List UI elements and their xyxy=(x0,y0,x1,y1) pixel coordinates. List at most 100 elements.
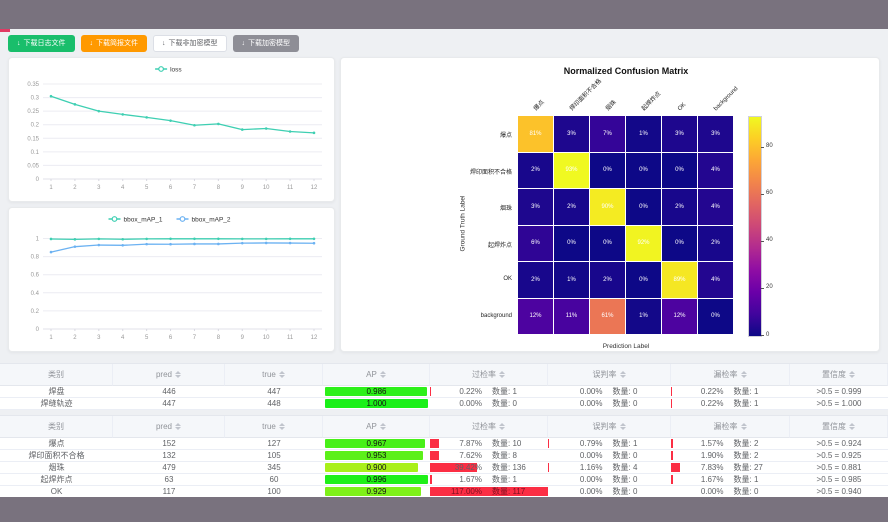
svg-text:6: 6 xyxy=(169,335,173,341)
sort-caret-icon[interactable] xyxy=(849,371,855,378)
colorbar-tick-mark xyxy=(761,288,764,289)
rate-count: 数量: 0 xyxy=(613,486,653,497)
sort-caret-icon[interactable] xyxy=(175,423,181,430)
column-header-gj[interactable]: 过检率 xyxy=(430,364,548,386)
matrix-cell: 4% xyxy=(698,262,733,298)
sort-descending-icon xyxy=(175,427,181,430)
sort-ascending-icon xyxy=(849,423,855,426)
svg-text:0.3: 0.3 xyxy=(31,96,40,102)
matrix-cell: 0% xyxy=(590,153,625,189)
column-header-label: pred xyxy=(156,422,172,431)
column-header-ap[interactable]: AP xyxy=(323,416,430,438)
matrix-cell: 93% xyxy=(554,153,589,189)
svg-text:7: 7 xyxy=(193,335,197,341)
ap-value: 0.986 xyxy=(325,387,428,396)
column-header-label: 类别 xyxy=(48,421,64,432)
sort-descending-icon xyxy=(499,375,505,378)
cell-confidence: >0.5 = 0.924 xyxy=(790,438,888,450)
download-encrypted-model-button[interactable]: ↓下载加密模型 xyxy=(233,35,300,52)
rate-content: 7.62%数量: 8 xyxy=(446,450,532,461)
column-header-wp[interactable]: 误判率 xyxy=(548,416,671,438)
sort-caret-icon[interactable] xyxy=(499,371,505,378)
svg-text:0.2: 0.2 xyxy=(31,309,40,315)
cell-miss-rate: 0.22%数量: 1 xyxy=(671,386,790,398)
cell-misjudge-rate: 0.00%数量: 0 xyxy=(548,474,671,486)
column-header-lj[interactable]: 漏检率 xyxy=(671,416,790,438)
matrix-y-axis-label: Ground Truth Label xyxy=(460,174,467,274)
sort-caret-icon[interactable] xyxy=(741,423,747,430)
matrix-cell: 12% xyxy=(662,299,697,335)
rate-value: 0.00% xyxy=(567,399,603,408)
dashboard-screen: { "window": { "topbar_color": "#79727e",… xyxy=(0,0,888,522)
rate-count: 数量: 0 xyxy=(613,474,653,485)
cell-overdetect-rate: 1.67%数量: 1 xyxy=(430,474,548,486)
column-header-conf[interactable]: 置信度 xyxy=(790,364,888,386)
misjudge-rate-bar xyxy=(548,463,549,472)
sort-caret-icon[interactable] xyxy=(499,423,505,430)
cell-miss-rate: 1.67%数量: 1 xyxy=(671,474,790,486)
svg-text:bbox_mAP_2: bbox_mAP_2 xyxy=(192,217,231,224)
svg-text:12: 12 xyxy=(311,185,318,191)
matrix-row-label: 起焊炸点 xyxy=(441,240,512,249)
cell-misjudge-rate: 0.00%数量: 0 xyxy=(548,398,671,410)
cell-confidence: >0.5 = 0.881 xyxy=(790,462,888,474)
column-header-wp[interactable]: 误判率 xyxy=(548,364,671,386)
sort-caret-icon[interactable] xyxy=(279,423,285,430)
column-header-lj[interactable]: 漏检率 xyxy=(671,364,790,386)
sort-caret-icon[interactable] xyxy=(620,371,626,378)
column-header-true[interactable]: true xyxy=(225,416,323,438)
column-header-pred[interactable]: pred xyxy=(113,416,225,438)
sort-caret-icon[interactable] xyxy=(620,423,626,430)
cell-confidence: >0.5 = 0.999 xyxy=(790,386,888,398)
column-header-gj[interactable]: 过检率 xyxy=(430,416,548,438)
column-header-true[interactable]: true xyxy=(225,364,323,386)
sort-caret-icon[interactable] xyxy=(380,371,386,378)
cell-name: 焊盘 xyxy=(0,386,113,398)
svg-text:1: 1 xyxy=(36,237,40,243)
sort-ascending-icon xyxy=(499,423,505,426)
sort-ascending-icon xyxy=(175,423,181,426)
sort-descending-icon xyxy=(741,375,747,378)
matrix-cell: 2% xyxy=(698,226,733,262)
rate-count: 数量: 0 xyxy=(613,386,653,397)
svg-text:0.25: 0.25 xyxy=(27,109,39,115)
column-header-label: 过检率 xyxy=(472,421,496,432)
svg-text:0.6: 0.6 xyxy=(31,273,40,279)
sort-ascending-icon xyxy=(741,371,747,374)
column-header-name: 类别 xyxy=(0,416,113,438)
button-label: 下载日志文件 xyxy=(24,40,66,47)
sort-caret-icon[interactable] xyxy=(175,371,181,378)
rate-value: 1.16% xyxy=(567,463,603,472)
sort-caret-icon[interactable] xyxy=(380,423,386,430)
loss-chart: 00.050.10.150.20.250.30.3512345678910111… xyxy=(9,58,334,201)
column-header-conf[interactable]: 置信度 xyxy=(790,416,888,438)
column-header-label: AP xyxy=(366,370,377,379)
svg-text:9: 9 xyxy=(241,185,245,191)
download-icon: ↓ xyxy=(17,40,21,47)
column-header-ap[interactable]: AP xyxy=(323,364,430,386)
cell-confidence: >0.5 = 0.985 xyxy=(790,474,888,486)
summary-table-weld: 类别predtrueAP过检率误判率漏检率置信度焊盘4464470.9860.2… xyxy=(0,363,888,410)
rate-content: 0.22%数量: 1 xyxy=(446,386,532,397)
sort-caret-icon[interactable] xyxy=(279,371,285,378)
svg-text:0: 0 xyxy=(36,177,40,183)
download-log-file-button[interactable]: ↓下载日志文件 xyxy=(8,35,75,52)
cell-overdetect-rate: 7.87%数量: 10 xyxy=(430,438,548,450)
ap-bar-wrap: 0.929 xyxy=(325,487,428,496)
svg-text:8: 8 xyxy=(217,335,221,341)
ap-bar-wrap: 1.000 xyxy=(325,399,428,408)
matrix-cell: 0% xyxy=(626,153,661,189)
rate-count: 数量: 4 xyxy=(613,462,653,473)
cell-misjudge-rate: 1.16% 数量: 4 xyxy=(548,462,671,474)
sort-ascending-icon xyxy=(741,423,747,426)
miss-rate-bar xyxy=(671,463,680,472)
sort-caret-icon[interactable] xyxy=(741,371,747,378)
sort-caret-icon[interactable] xyxy=(849,423,855,430)
download-report-file-button[interactable]: ↓下载简报文件 xyxy=(81,35,148,52)
cell-overdetect-rate: 117.00%数量: 117 xyxy=(430,486,548,498)
download-unencrypted-model-button[interactable]: ↓下载非加密模型 xyxy=(153,35,227,52)
matrix-cell: 7% xyxy=(590,116,625,152)
column-header-pred[interactable]: pred xyxy=(113,364,225,386)
rate-content: 0.00%数量: 0 xyxy=(688,486,774,497)
svg-text:11: 11 xyxy=(287,335,294,341)
